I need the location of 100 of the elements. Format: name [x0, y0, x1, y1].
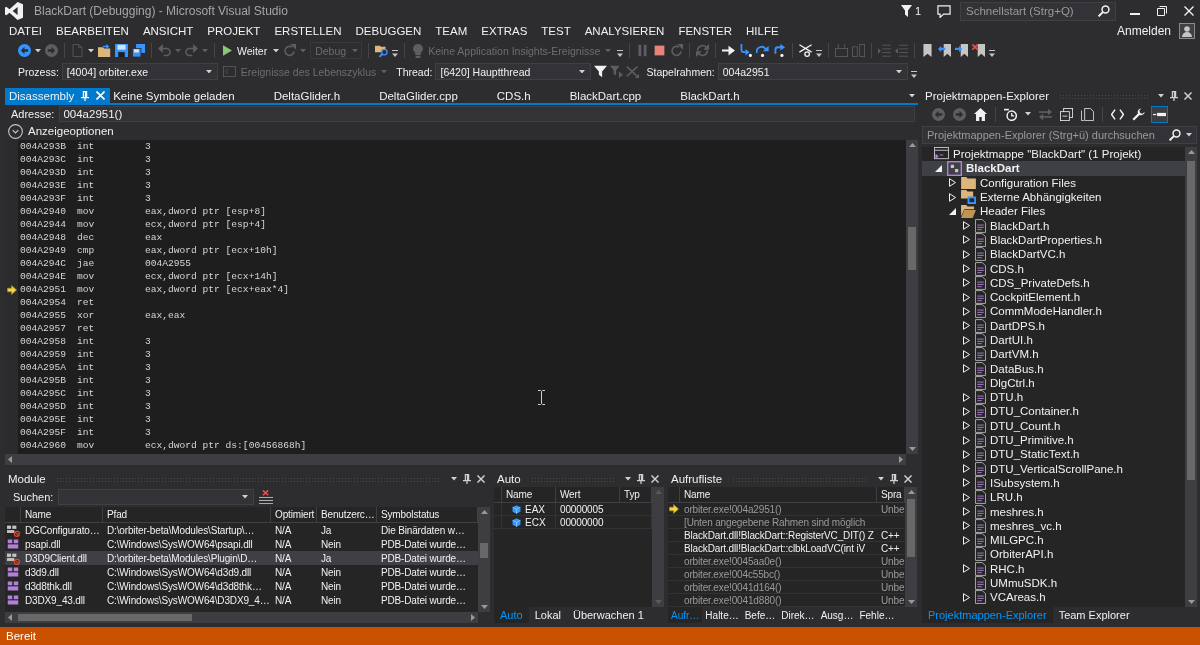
- search-field[interactable]: [58, 489, 255, 505]
- expand-arrow-icon[interactable]: [963, 321, 970, 331]
- tree-item[interactable]: BlackDart.h: [922, 218, 1185, 233]
- tree-item[interactable]: CDS_PrivateDefs.h: [922, 275, 1185, 290]
- module-row[interactable]: DGConfigurato… D:\orbiter-beta\Modules\Startup\… N/A Ja Die Binärdaten w…: [5, 523, 478, 537]
- tree-item[interactable]: DartVM.h: [922, 347, 1185, 362]
- document-tab[interactable]: CDS.h: [493, 88, 567, 103]
- expand-arrow-icon[interactable]: [963, 306, 970, 316]
- overflow-icon[interactable]: [392, 50, 399, 57]
- panel-tab[interactable]: Lokal: [528, 607, 567, 623]
- caret-icon[interactable]: [273, 48, 280, 53]
- expand-arrow-icon[interactable]: [963, 407, 970, 416]
- back-arrow-icon[interactable]: [18, 44, 31, 57]
- panel-tab[interactable]: Direk…: [778, 607, 818, 623]
- expand-arrow-icon[interactable]: [963, 392, 970, 402]
- menu-item[interactable]: TEST: [534, 22, 578, 40]
- caret-icon[interactable]: [35, 48, 41, 53]
- overflow-icon[interactable]: [617, 50, 624, 57]
- tree-item[interactable]: DTU_VerticalScrollPane.h: [922, 461, 1185, 476]
- tree-item[interactable]: DTU_StaticText.h: [922, 447, 1185, 462]
- menu-item[interactable]: ERSTELLEN: [267, 22, 349, 40]
- panel-tab[interactable]: Auto: [494, 607, 529, 623]
- minimize-icon[interactable]: [1130, 12, 1140, 15]
- close-icon[interactable]: [651, 475, 659, 483]
- panel-tab[interactable]: Halte…: [702, 607, 742, 623]
- quick-launch-field[interactable]: Schnellstart (Strg+Q): [960, 1, 1116, 21]
- horizontal-scrollbar[interactable]: [5, 612, 478, 623]
- scroll-down-icon[interactable]: [908, 447, 916, 451]
- scroll-up-icon[interactable]: [908, 143, 916, 147]
- tree-item[interactable]: CDS.h: [922, 261, 1185, 276]
- menu-item[interactable]: BEARBEITEN: [49, 22, 136, 40]
- overflow-icon[interactable]: [989, 50, 996, 57]
- folder-arrow-icon[interactable]: [98, 44, 111, 57]
- folder-magnifier-icon[interactable]: [375, 44, 389, 57]
- continue-button[interactable]: Weiter: [221, 44, 270, 57]
- notifications-button[interactable]: 1: [900, 5, 921, 17]
- caret-icon[interactable]: [88, 48, 94, 53]
- expand-arrow-icon[interactable]: [963, 278, 970, 288]
- tree-item[interactable]: DartDPS.h: [922, 318, 1185, 333]
- floppy-disks-icon[interactable]: [132, 44, 145, 57]
- expand-arrow-icon[interactable]: [963, 249, 970, 259]
- document-tab[interactable]: BlackDart.h: [677, 88, 776, 103]
- panel-tab[interactable]: Team Explorer: [1052, 607, 1136, 623]
- list-cross-icon[interactable]: [259, 490, 274, 504]
- expand-arrow-icon[interactable]: [963, 564, 970, 574]
- column-header[interactable]: Benutzerc…: [317, 507, 377, 522]
- dropdown-caret-icon[interactable]: [625, 477, 631, 481]
- menu-item[interactable]: HILFE: [739, 22, 786, 40]
- stack-frame-dropdown[interactable]: 004a2951: [717, 63, 908, 80]
- expand-arrow-icon[interactable]: [963, 435, 970, 445]
- expand-arrow-icon[interactable]: [963, 235, 970, 245]
- pin-icon[interactable]: [463, 474, 471, 484]
- document-tab[interactable]: Disassembly: [5, 88, 111, 103]
- scrollbar-thumb[interactable]: [1187, 160, 1195, 481]
- scroll-down-icon[interactable]: [480, 605, 488, 609]
- scrollbar-thumb[interactable]: [480, 543, 488, 559]
- scroll-right-icon[interactable]: [471, 614, 475, 621]
- dropdown-caret-icon[interactable]: [451, 477, 457, 481]
- panel-tab[interactable]: Ausg…: [817, 607, 857, 623]
- tree-item[interactable]: VCAreas.h: [922, 590, 1185, 605]
- tree-item[interactable]: CommModeHandler.h: [922, 304, 1185, 319]
- module-row[interactable]: d3d9.dll C:\Windows\SysWOW64\d3d9.dll N/A Nein PDB-Datei wurde…: [5, 565, 478, 579]
- tree-item[interactable]: DTU_Primitive.h: [922, 432, 1185, 448]
- tree-item[interactable]: LRU.h: [922, 490, 1185, 505]
- column-header[interactable]: Wert: [556, 487, 620, 502]
- column-header[interactable]: Name: [680, 487, 877, 502]
- module-row[interactable]: d3d8thk.dll C:\Windows\SysWOW64\d3d8thk… N/A Nein PDB-Datei wurde…: [5, 579, 478, 593]
- expand-arrow-icon[interactable]: [949, 178, 956, 188]
- column-header[interactable]: Pfad: [103, 507, 271, 522]
- tree-item[interactable]: RHC.h: [922, 561, 1185, 576]
- caret-icon[interactable]: [909, 93, 915, 98]
- tree-item[interactable]: BlackDartVC.h: [922, 247, 1185, 262]
- tree-item[interactable]: MILGPC.h: [922, 533, 1185, 548]
- tree-item[interactable]: DTU_Container.h: [922, 404, 1185, 419]
- expand-arrow-icon[interactable]: [963, 349, 970, 359]
- process-dropdown[interactable]: [4004] orbiter.exe: [61, 63, 218, 80]
- column-header[interactable]: Name: [21, 507, 103, 522]
- expand-arrow-icon[interactable]: [963, 449, 970, 459]
- stop-icon[interactable]: [653, 44, 667, 57]
- step-out-icon[interactable]: [773, 44, 787, 57]
- column-header[interactable]: Name: [502, 487, 556, 502]
- user-avatar-icon[interactable]: [1179, 23, 1195, 39]
- tree-item[interactable]: BlackDart: [922, 161, 1185, 176]
- scrollbar-thumb[interactable]: [908, 227, 916, 271]
- step-over-icon[interactable]: [756, 44, 770, 57]
- vertical-scrollbar[interactable]: [905, 487, 917, 607]
- expand-arrow-icon[interactable]: [963, 592, 970, 602]
- collapse-arrow-icon[interactable]: [935, 164, 942, 172]
- tree-item[interactable]: DataBus.h: [922, 361, 1185, 376]
- right-arrow-icon[interactable]: [722, 44, 736, 57]
- tree-item[interactable]: BlackDartProperties.h: [922, 232, 1185, 248]
- expand-arrow-icon[interactable]: [963, 292, 970, 302]
- bookmark-cross-icon[interactable]: [972, 44, 986, 57]
- tree-item[interactable]: DlgCtrl.h: [922, 375, 1185, 391]
- scroll-up-icon[interactable]: [907, 490, 915, 494]
- pin-icon[interactable]: [1170, 91, 1178, 101]
- expand-arrow-icon[interactable]: [963, 221, 970, 231]
- tree-item[interactable]: ISubsystem.h: [922, 475, 1185, 491]
- expand-arrow-icon[interactable]: [963, 521, 970, 531]
- menu-item[interactable]: ANSICHT: [135, 22, 201, 40]
